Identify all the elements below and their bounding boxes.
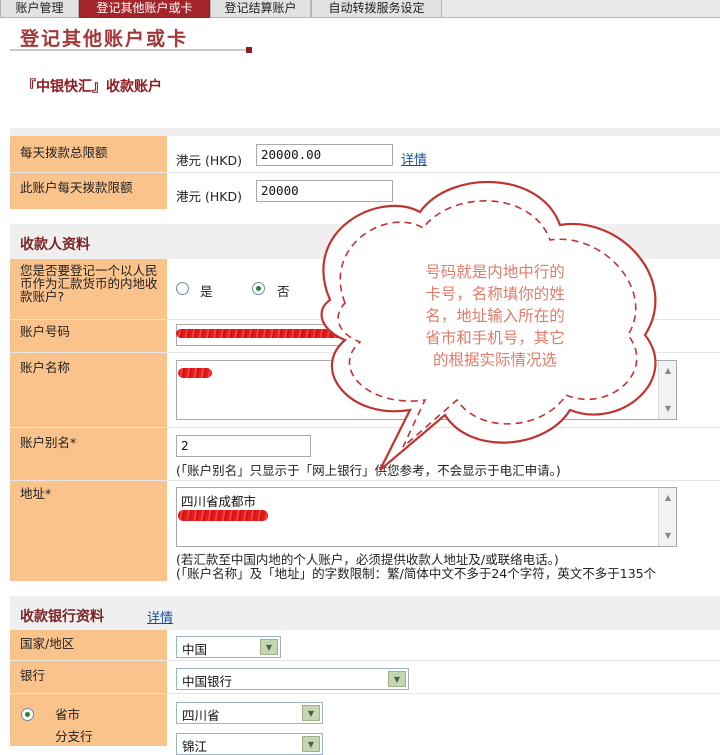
callout-line: 号码就是内地中行的 xyxy=(425,263,565,281)
callout-line: 省市和手机号，其它 xyxy=(425,329,565,347)
callout-line: 的根据实际情况选 xyxy=(432,351,557,369)
callout-text: 号码就是内地中行的 卡号，名称填你的姓 名，地址输入所在的 省市和手机号，其它 … xyxy=(400,261,590,371)
callout-line: 卡号，名称填你的姓 xyxy=(425,285,565,303)
callout-cloud xyxy=(320,180,657,471)
callout-line: 名，地址输入所在的 xyxy=(425,307,565,325)
